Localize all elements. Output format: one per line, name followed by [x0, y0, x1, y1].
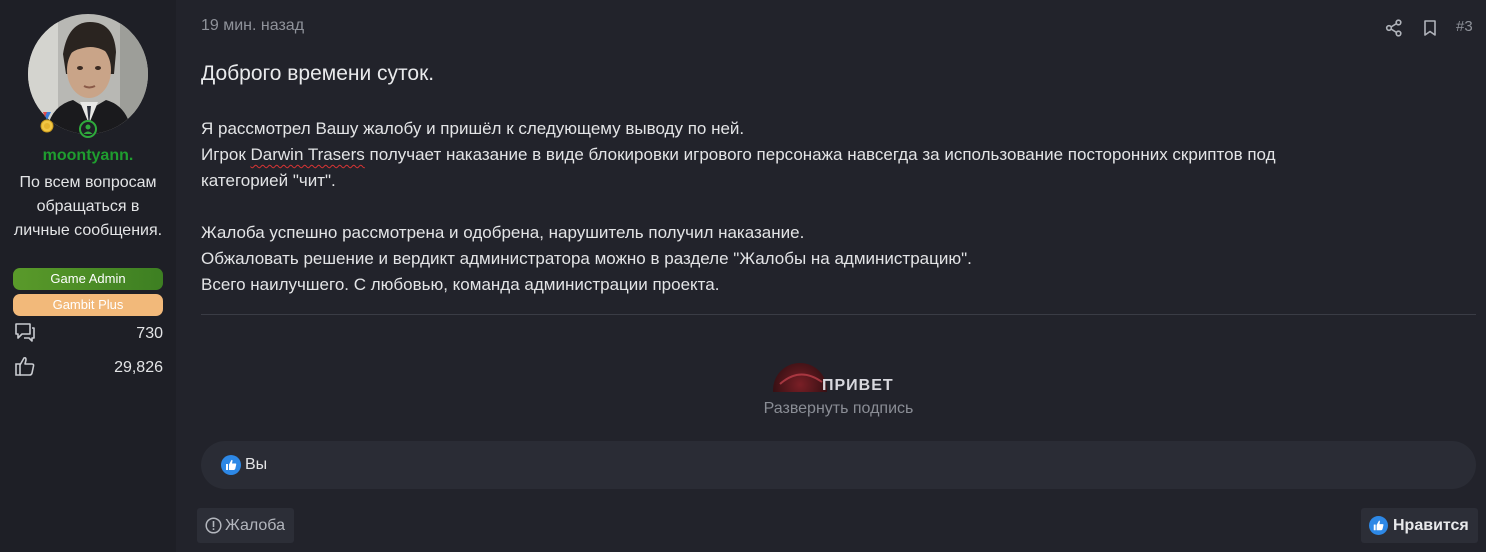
post-greeting: Доброго времени суток.	[201, 62, 435, 85]
report-icon	[205, 517, 222, 534]
post-line: Всего наилучшего. С любовью, команда адм…	[201, 275, 720, 294]
post-line: категорией "чит".	[201, 171, 336, 190]
banner-game-admin: Game Admin	[13, 268, 163, 290]
reactions-count: 29,826	[114, 359, 163, 376]
post-line: Жалоба успешно рассмотрена и одобрена, н…	[201, 223, 805, 242]
thumbs-up-icon	[15, 356, 35, 376]
player-name: Darwin Trasers	[250, 145, 365, 164]
report-label: Жалоба	[225, 517, 285, 534]
reactions-bar[interactable]: Вы	[201, 441, 1476, 489]
messages-count: 730	[136, 325, 163, 342]
post-number[interactable]: #3	[1456, 18, 1473, 35]
forum-post: moontyann. По всем вопросам обращаться в…	[0, 0, 1486, 552]
signature-divider	[201, 314, 1476, 315]
signature-logo-text: ПРИВЕТ	[822, 377, 894, 392]
user-info-column: moontyann. По всем вопросам обращаться в…	[0, 0, 176, 552]
like-reaction-icon	[221, 455, 241, 475]
signature-logo: ПРИВЕТ	[773, 363, 894, 392]
thumbs-up-icon	[1369, 516, 1388, 535]
post-line: Обжаловать решение и вердикт администрат…	[201, 249, 972, 268]
user-title: По всем вопросам обращаться в личные соо…	[13, 174, 163, 239]
expand-signature-link[interactable]: Развернуть подпись	[201, 400, 1476, 418]
share-icon[interactable]	[1385, 19, 1403, 37]
username[interactable]: moontyann.	[0, 147, 176, 165]
post-line-prefix: Игрок	[201, 145, 251, 164]
post-line: Я рассмотрел Вашу жалобу и пришёл к след…	[201, 119, 745, 138]
reaction-users[interactable]: Вы	[245, 456, 267, 474]
messages-icon	[15, 323, 35, 342]
like-label: Нравится	[1393, 517, 1469, 534]
post-date[interactable]: 19 мин. назад	[201, 17, 304, 35]
bookmark-icon[interactable]	[1421, 19, 1439, 37]
online-status-icon	[79, 120, 97, 138]
post-line: Игрок Darwin Trasers получает наказание …	[201, 145, 1276, 165]
medal-icon	[40, 112, 54, 133]
banner-gambit-plus: Gambit Plus	[13, 294, 163, 316]
post-line-suffix: получает наказание в виде блокировки игр…	[364, 145, 1276, 164]
like-button[interactable]: Нравится	[1361, 508, 1478, 543]
report-button[interactable]: Жалоба	[197, 508, 294, 543]
